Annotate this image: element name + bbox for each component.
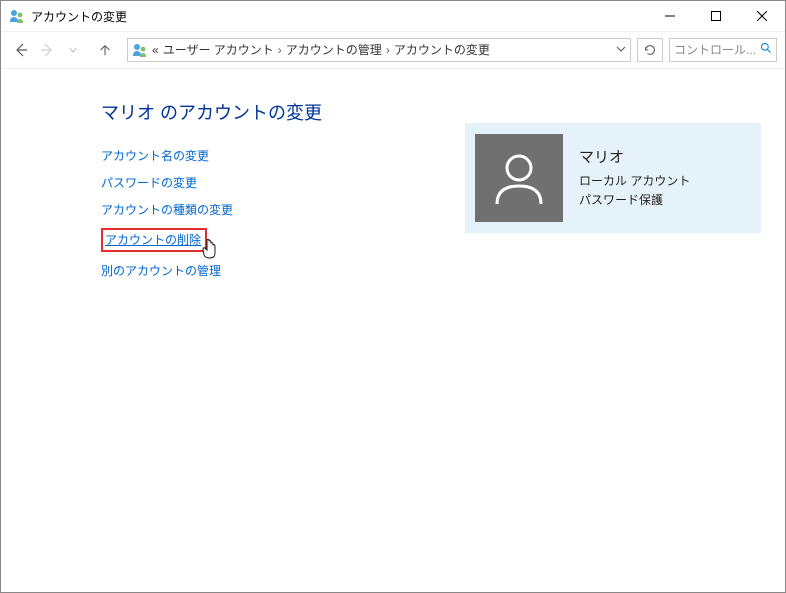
back-button[interactable] [9,38,33,62]
account-info: マリオ ローカル アカウント パスワード保護 [579,146,690,210]
window-title: アカウントの変更 [31,8,647,25]
page-title: マリオ のアカウントの変更 [101,99,405,125]
navbar: « ユーザー アカウント › アカウントの管理 › アカウントの変更 コントロー… [1,31,785,67]
breadcrumb-prefix: « [152,43,159,57]
avatar [475,134,563,222]
maximize-button[interactable] [693,1,739,31]
chevron-right-icon: › [278,43,282,57]
link-delete-account-label: アカウントの削除 [105,233,201,247]
recent-dropdown-icon[interactable] [61,38,85,62]
search-placeholder: コントロール... [674,41,756,58]
content-area: マリオ のアカウントの変更 アカウント名の変更 パスワードの変更 アカウントの種… [1,67,785,279]
divider [2,68,784,69]
address-dropdown-icon[interactable] [616,43,626,57]
titlebar: アカウントの変更 [1,1,785,31]
link-change-name[interactable]: アカウント名の変更 [101,147,209,164]
cursor-pointer-icon [201,239,219,262]
right-column: マリオ ローカル アカウント パスワード保護 [465,99,761,279]
link-delete-account[interactable]: アカウントの削除 [101,228,207,252]
breadcrumb-item[interactable]: ユーザー アカウント [163,41,274,58]
account-card: マリオ ローカル アカウント パスワード保護 [465,123,761,233]
action-link-list: アカウント名の変更 パスワードの変更 アカウントの種類の変更 アカウントの削除 … [101,147,405,279]
left-column: マリオ のアカウントの変更 アカウント名の変更 パスワードの変更 アカウントの種… [101,99,405,279]
link-change-type[interactable]: アカウントの種類の変更 [101,201,233,218]
search-icon [760,42,772,57]
breadcrumb-item[interactable]: アカウントの変更 [394,41,490,58]
forward-button[interactable] [35,38,59,62]
close-button[interactable] [739,1,785,31]
breadcrumb: « ユーザー アカウント › アカウントの管理 › アカウントの変更 [152,41,612,58]
person-icon [489,148,549,208]
refresh-button[interactable] [637,38,663,62]
up-button[interactable] [93,38,117,62]
minimize-button[interactable] [647,1,693,31]
user-accounts-path-icon [132,42,148,58]
chevron-right-icon: › [386,43,390,57]
breadcrumb-item[interactable]: アカウントの管理 [286,41,382,58]
user-accounts-icon [9,8,25,24]
search-input[interactable]: コントロール... [669,38,777,62]
link-manage-other[interactable]: 別のアカウントの管理 [101,262,221,279]
link-change-password[interactable]: パスワードの変更 [101,174,197,191]
account-name: マリオ [579,146,690,170]
account-protection: パスワード保護 [579,191,690,210]
address-bar[interactable]: « ユーザー アカウント › アカウントの管理 › アカウントの変更 [127,38,631,62]
account-type: ローカル アカウント [579,172,690,191]
